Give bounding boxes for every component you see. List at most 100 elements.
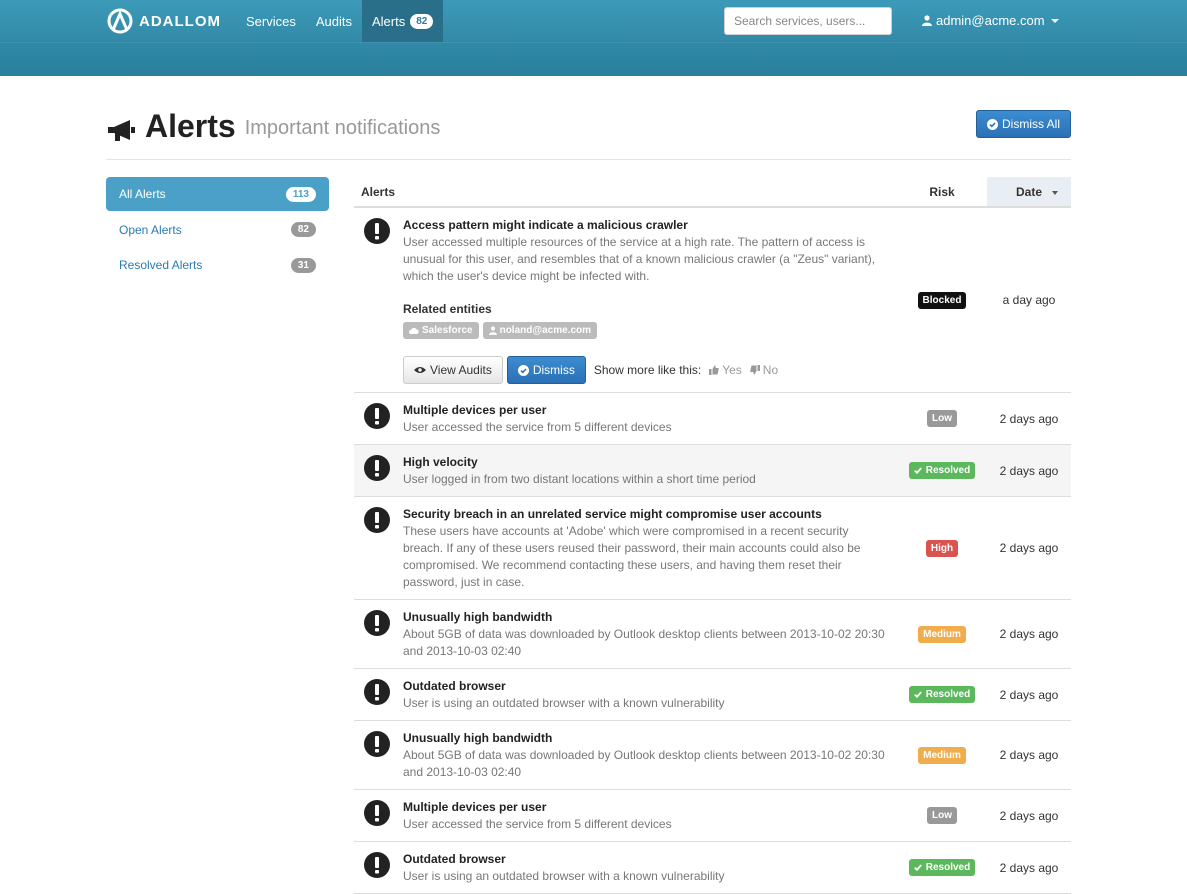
alert-description: About 5GB of data was downloaded by Outl… <box>403 748 885 779</box>
risk-cell: Low <box>897 393 987 444</box>
alert-title: Unusually high bandwidth <box>403 610 553 624</box>
view-audits-button[interactable]: View Audits <box>403 356 503 384</box>
check-circle-icon <box>986 118 998 130</box>
table-row[interactable]: Unusually high bandwidth About 5GB of da… <box>354 600 1071 669</box>
alert-title: Multiple devices per user <box>403 403 547 417</box>
nav-alerts-badge: 82 <box>410 13 434 29</box>
sidebar-item-label: All Alerts <box>119 187 166 201</box>
risk-badge-label: Resolved <box>925 862 971 873</box>
sidebar-item-label: Resolved Alerts <box>119 258 203 272</box>
risk-cell: Low <box>897 790 987 841</box>
exclamation-icon <box>364 731 390 757</box>
sidebar-item-open-alerts[interactable]: Open Alerts 82 <box>106 213 329 247</box>
table-row[interactable]: Outdated browser User is using an outdat… <box>354 669 1071 721</box>
feedback-prompt: Show more like this: Yes No <box>594 363 778 377</box>
page-title: Alerts <box>145 108 236 144</box>
table-row[interactable]: Outdated browser User is using an outdat… <box>354 842 1071 894</box>
risk-badge: High <box>925 539 959 557</box>
view-audits-label: View Audits <box>430 363 492 377</box>
exclamation-icon <box>364 679 390 705</box>
alert-cell: Outdated browser User is using an outdat… <box>354 669 897 720</box>
count-badge: 31 <box>290 257 316 273</box>
table-row[interactable]: Access pattern might indicate a maliciou… <box>354 208 1071 393</box>
alert-cell: Multiple devices per user User accessed … <box>354 790 897 841</box>
risk-cell: Medium <box>897 721 987 789</box>
entity-tag[interactable]: noland@acme.com <box>482 322 598 339</box>
alert-body: High velocity User logged in from two di… <box>403 454 897 488</box>
date-cell: 2 days ago <box>999 541 1059 555</box>
alert-body: Security breach in an unrelated service … <box>403 506 897 591</box>
thumbs-up-icon <box>709 365 719 375</box>
alert-title: Access pattern might indicate a maliciou… <box>403 218 688 232</box>
risk-badge: Medium <box>918 746 966 764</box>
table-row[interactable]: Multiple devices per user User accessed … <box>354 393 1071 445</box>
table-row[interactable]: High velocity User logged in from two di… <box>354 445 1071 497</box>
count-badge: 113 <box>285 186 316 202</box>
logo-text: ADALLOM <box>139 12 221 30</box>
adallom-logo-icon <box>107 8 133 34</box>
chevron-down-icon <box>1050 18 1059 23</box>
subheader-strip <box>0 42 1187 76</box>
megaphone-icon <box>108 120 135 141</box>
alert-description: User is using an outdated browser with a… <box>403 696 725 710</box>
exclamation-icon <box>364 403 390 429</box>
alert-body: Outdated browser User is using an outdat… <box>403 851 897 885</box>
vote-no[interactable]: No <box>750 363 778 377</box>
risk-cell: Resolved <box>897 842 987 893</box>
table-row[interactable]: Unusually high bandwidth About 5GB of da… <box>354 721 1071 790</box>
alert-description: User accessed the service from 5 differe… <box>403 817 672 831</box>
thumbs-down-icon <box>750 365 760 375</box>
alert-body: Multiple devices per user User accessed … <box>403 402 897 436</box>
risk-badge-label: Resolved <box>925 689 971 700</box>
dismiss-all-button[interactable]: Dismiss All <box>975 110 1071 138</box>
nav-alerts[interactable]: Alerts 82 <box>362 0 444 42</box>
logo[interactable]: ADALLOM <box>107 8 221 34</box>
sidebar-item-all-alerts[interactable]: All Alerts 113 <box>106 177 329 211</box>
alert-description: User accessed the service from 5 differe… <box>403 420 672 434</box>
date-cell: 2 days ago <box>999 463 1059 478</box>
sort-caret-icon <box>1052 191 1058 195</box>
nav-services[interactable]: Services <box>236 0 306 42</box>
user-icon <box>922 15 932 26</box>
date-cell: 2 days ago <box>999 748 1059 762</box>
alert-title: Outdated browser <box>403 679 506 693</box>
risk-badge: Resolved <box>908 859 976 876</box>
alert-cell: Unusually high bandwidth About 5GB of da… <box>354 600 897 668</box>
user-menu[interactable]: admin@acme.com <box>922 13 1059 28</box>
exclamation-icon <box>364 218 390 244</box>
entity-list: Salesforce noland@acme.com <box>403 322 897 339</box>
search-input[interactable] <box>724 7 892 35</box>
alert-cell: Unusually high bandwidth About 5GB of da… <box>354 721 897 789</box>
page-title-block: Alerts Important notifications <box>106 108 440 144</box>
exclamation-icon <box>364 852 390 878</box>
check-circle-icon <box>517 364 529 376</box>
risk-badge: Resolved <box>908 462 976 479</box>
date-cell: 2 days ago <box>999 627 1059 641</box>
nav-audits[interactable]: Audits <box>306 0 362 42</box>
entity-label: noland@acme.com <box>499 325 592 336</box>
risk-cell: Resolved <box>897 669 987 720</box>
alerts-table: Alerts Risk Date Access pattern might in… <box>354 177 1071 894</box>
alert-cell: Security breach in an unrelated service … <box>354 497 897 599</box>
column-header-alerts: Alerts <box>361 184 396 199</box>
check-icon <box>913 691 922 698</box>
date-cell: 2 days ago <box>999 411 1059 426</box>
dismiss-label: Dismiss <box>532 363 575 377</box>
risk-badge-label: Resolved <box>925 465 971 476</box>
table-row[interactable]: Multiple devices per user User accessed … <box>354 790 1071 842</box>
user-email: admin@acme.com <box>936 13 1045 28</box>
vote-yes[interactable]: Yes <box>709 363 742 377</box>
related-entities-heading: Related entities <box>403 302 492 316</box>
table-row[interactable]: Security breach in an unrelated service … <box>354 497 1071 600</box>
entity-tag[interactable]: Salesforce <box>403 322 479 339</box>
risk-badge: Blocked <box>917 291 967 309</box>
dismiss-button[interactable]: Dismiss <box>506 356 586 384</box>
column-header-date[interactable]: Date <box>987 177 1071 206</box>
sidebar-item-resolved-alerts[interactable]: Resolved Alerts 31 <box>106 248 329 282</box>
alert-cell: Outdated browser User is using an outdat… <box>354 842 897 893</box>
sidebar-item-label: Open Alerts <box>119 222 182 237</box>
vote-no-label: No <box>762 363 779 377</box>
risk-cell: Medium <box>897 600 987 668</box>
alert-description: User accessed multiple resources of the … <box>403 235 876 283</box>
alert-title: Outdated browser <box>403 852 506 866</box>
